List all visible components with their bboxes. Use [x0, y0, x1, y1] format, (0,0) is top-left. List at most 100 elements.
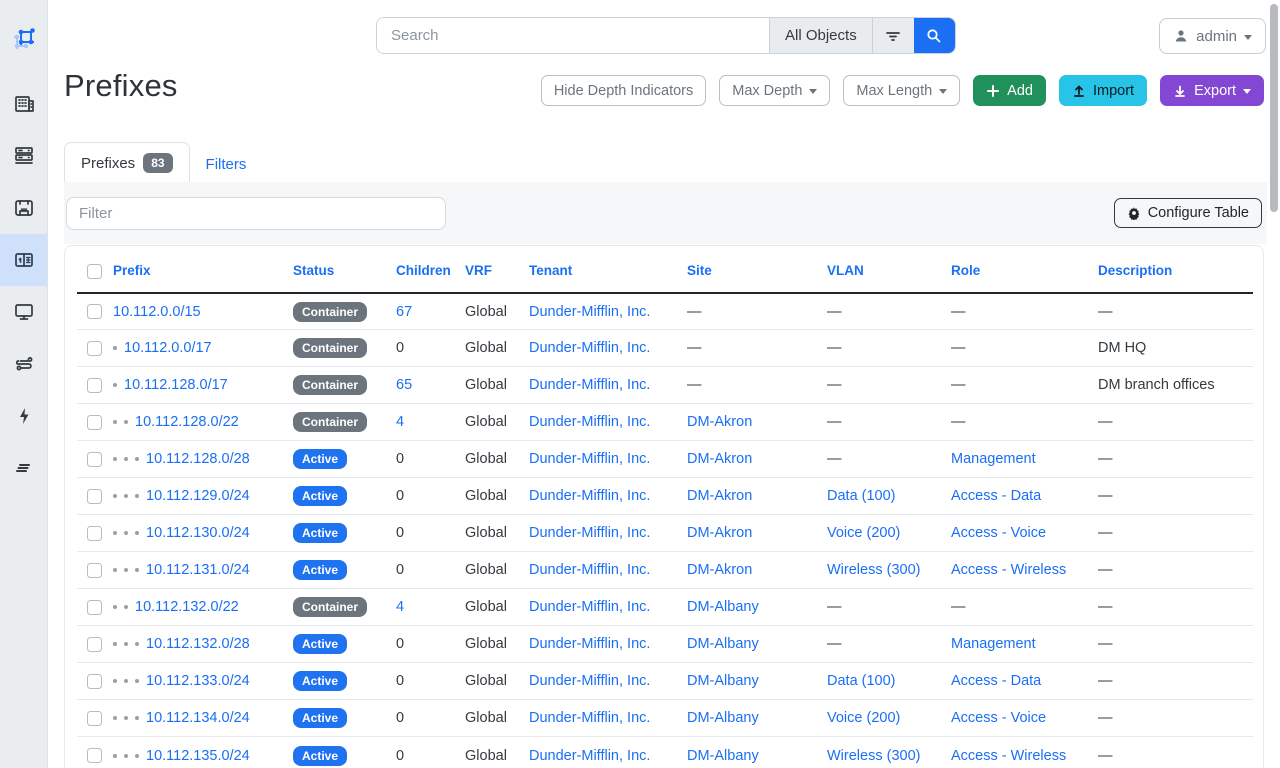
children-count[interactable]: 4 — [396, 599, 404, 615]
tenant-link[interactable]: Dunder-Mifflin, Inc. — [529, 451, 650, 467]
tenant-link[interactable]: Dunder-Mifflin, Inc. — [529, 599, 650, 615]
sidebar-item-connections[interactable] — [0, 182, 47, 234]
row-checkbox[interactable] — [87, 600, 102, 615]
search-submit-button[interactable] — [914, 18, 955, 53]
sidebar-item-organization[interactable] — [0, 78, 47, 130]
netbox-logo[interactable] — [0, 0, 47, 78]
sidebar-item-provisioning[interactable] — [0, 442, 47, 494]
site-link[interactable]: DM-Albany — [687, 636, 759, 652]
prefix-link[interactable]: 10.112.128.0/28 — [146, 451, 250, 467]
prefix-link[interactable]: 10.112.131.0/24 — [146, 562, 250, 578]
site-link[interactable]: DM-Albany — [687, 748, 759, 764]
row-checkbox[interactable] — [87, 563, 102, 578]
tenant-link[interactable]: Dunder-Mifflin, Inc. — [529, 414, 650, 430]
configure-table-button[interactable]: Configure Table — [1114, 198, 1262, 228]
column-header-tenant[interactable]: Tenant — [529, 263, 572, 278]
max-length-dropdown[interactable]: Max Length — [843, 75, 960, 106]
hide-depth-indicators-button[interactable]: Hide Depth Indicators — [541, 75, 706, 106]
user-menu-button[interactable]: admin — [1159, 18, 1266, 54]
role-link[interactable]: Access - Data — [951, 488, 1041, 504]
row-checkbox[interactable] — [87, 415, 102, 430]
vertical-scrollbar-thumb[interactable] — [1270, 4, 1278, 212]
prefix-link[interactable]: 10.112.128.0/17 — [124, 377, 228, 393]
row-checkbox[interactable] — [87, 378, 102, 393]
tenant-link[interactable]: Dunder-Mifflin, Inc. — [529, 636, 650, 652]
tenant-link[interactable]: Dunder-Mifflin, Inc. — [529, 488, 650, 504]
sidebar-item-virtualization[interactable] — [0, 286, 47, 338]
vlan-link[interactable]: Voice (200) — [827, 525, 900, 541]
quick-filter-input[interactable] — [66, 197, 446, 230]
prefix-link[interactable]: 10.112.0.0/15 — [113, 304, 201, 320]
search-filter-button[interactable] — [872, 18, 914, 53]
site-link[interactable]: DM-Akron — [687, 488, 752, 504]
prefix-link[interactable]: 10.112.133.0/24 — [146, 673, 250, 689]
search-input[interactable] — [377, 18, 769, 53]
sidebar-item-power[interactable] — [0, 390, 47, 442]
site-link[interactable]: DM-Akron — [687, 562, 752, 578]
prefix-link[interactable]: 10.112.134.0/24 — [146, 710, 250, 726]
children-count[interactable]: 67 — [396, 304, 412, 320]
site-link[interactable]: DM-Akron — [687, 414, 752, 430]
prefix-link[interactable]: 10.112.130.0/24 — [146, 525, 250, 541]
row-checkbox[interactable] — [87, 674, 102, 689]
prefix-link[interactable]: 10.112.0.0/17 — [124, 340, 212, 356]
column-header-vlan[interactable]: VLAN — [827, 263, 864, 278]
column-header-children[interactable]: Children — [396, 263, 451, 278]
tenant-link[interactable]: Dunder-Mifflin, Inc. — [529, 340, 650, 356]
max-depth-dropdown[interactable]: Max Depth — [719, 75, 830, 106]
role-link[interactable]: Management — [951, 451, 1036, 467]
sidebar-item-ipam[interactable] — [0, 234, 47, 286]
column-header-site[interactable]: Site — [687, 263, 712, 278]
row-checkbox[interactable] — [87, 748, 102, 763]
tenant-link[interactable]: Dunder-Mifflin, Inc. — [529, 562, 650, 578]
vlan-link[interactable]: Wireless (300) — [827, 748, 920, 764]
site-link[interactable]: DM-Albany — [687, 710, 759, 726]
row-checkbox[interactable] — [87, 711, 102, 726]
tenant-link[interactable]: Dunder-Mifflin, Inc. — [529, 377, 650, 393]
role-link[interactable]: Access - Voice — [951, 525, 1046, 541]
role-link[interactable]: Access - Voice — [951, 710, 1046, 726]
row-checkbox[interactable] — [87, 637, 102, 652]
search-scope-button[interactable]: All Objects — [769, 18, 872, 53]
column-header-status[interactable]: Status — [293, 263, 334, 278]
children-count[interactable]: 4 — [396, 414, 404, 430]
prefix-link[interactable]: 10.112.129.0/24 — [146, 488, 250, 504]
export-dropdown[interactable]: Export — [1160, 75, 1264, 106]
role-link[interactable]: Access - Wireless — [951, 748, 1066, 764]
row-checkbox[interactable] — [87, 526, 102, 541]
row-checkbox[interactable] — [87, 341, 102, 356]
tab-filters[interactable]: Filters — [190, 146, 263, 185]
site-link[interactable]: DM-Albany — [687, 599, 759, 615]
column-header-description[interactable]: Description — [1098, 263, 1172, 278]
import-button[interactable]: Import — [1059, 75, 1147, 106]
site-link[interactable]: DM-Akron — [687, 525, 752, 541]
row-checkbox[interactable] — [87, 489, 102, 504]
row-checkbox[interactable] — [87, 304, 102, 319]
site-link[interactable]: DM-Albany — [687, 673, 759, 689]
prefix-link[interactable]: 10.112.128.0/22 — [135, 414, 239, 430]
tenant-link[interactable]: Dunder-Mifflin, Inc. — [529, 710, 650, 726]
prefix-link[interactable]: 10.112.132.0/22 — [135, 599, 239, 615]
vlan-link[interactable]: Wireless (300) — [827, 562, 920, 578]
vlan-link[interactable]: Voice (200) — [827, 710, 900, 726]
vlan-link[interactable]: Data (100) — [827, 488, 896, 504]
vlan-link[interactable]: Data (100) — [827, 673, 896, 689]
column-header-vrf[interactable]: VRF — [465, 263, 492, 278]
row-checkbox[interactable] — [87, 452, 102, 467]
tenant-link[interactable]: Dunder-Mifflin, Inc. — [529, 673, 650, 689]
role-link[interactable]: Access - Wireless — [951, 562, 1066, 578]
role-link[interactable]: Management — [951, 636, 1036, 652]
role-link[interactable]: Access - Data — [951, 673, 1041, 689]
tenant-link[interactable]: Dunder-Mifflin, Inc. — [529, 748, 650, 764]
sidebar-item-devices[interactable] — [0, 130, 47, 182]
add-button[interactable]: Add — [973, 75, 1046, 106]
prefix-link[interactable]: 10.112.132.0/28 — [146, 636, 250, 652]
sidebar-item-circuits[interactable] — [0, 338, 47, 390]
tenant-link[interactable]: Dunder-Mifflin, Inc. — [529, 304, 650, 320]
column-header-prefix[interactable]: Prefix — [113, 263, 151, 278]
select-all-checkbox[interactable] — [87, 264, 102, 279]
tenant-link[interactable]: Dunder-Mifflin, Inc. — [529, 525, 650, 541]
site-link[interactable]: DM-Akron — [687, 451, 752, 467]
tab-prefixes[interactable]: Prefixes 83 — [64, 142, 190, 185]
children-count[interactable]: 65 — [396, 377, 412, 393]
